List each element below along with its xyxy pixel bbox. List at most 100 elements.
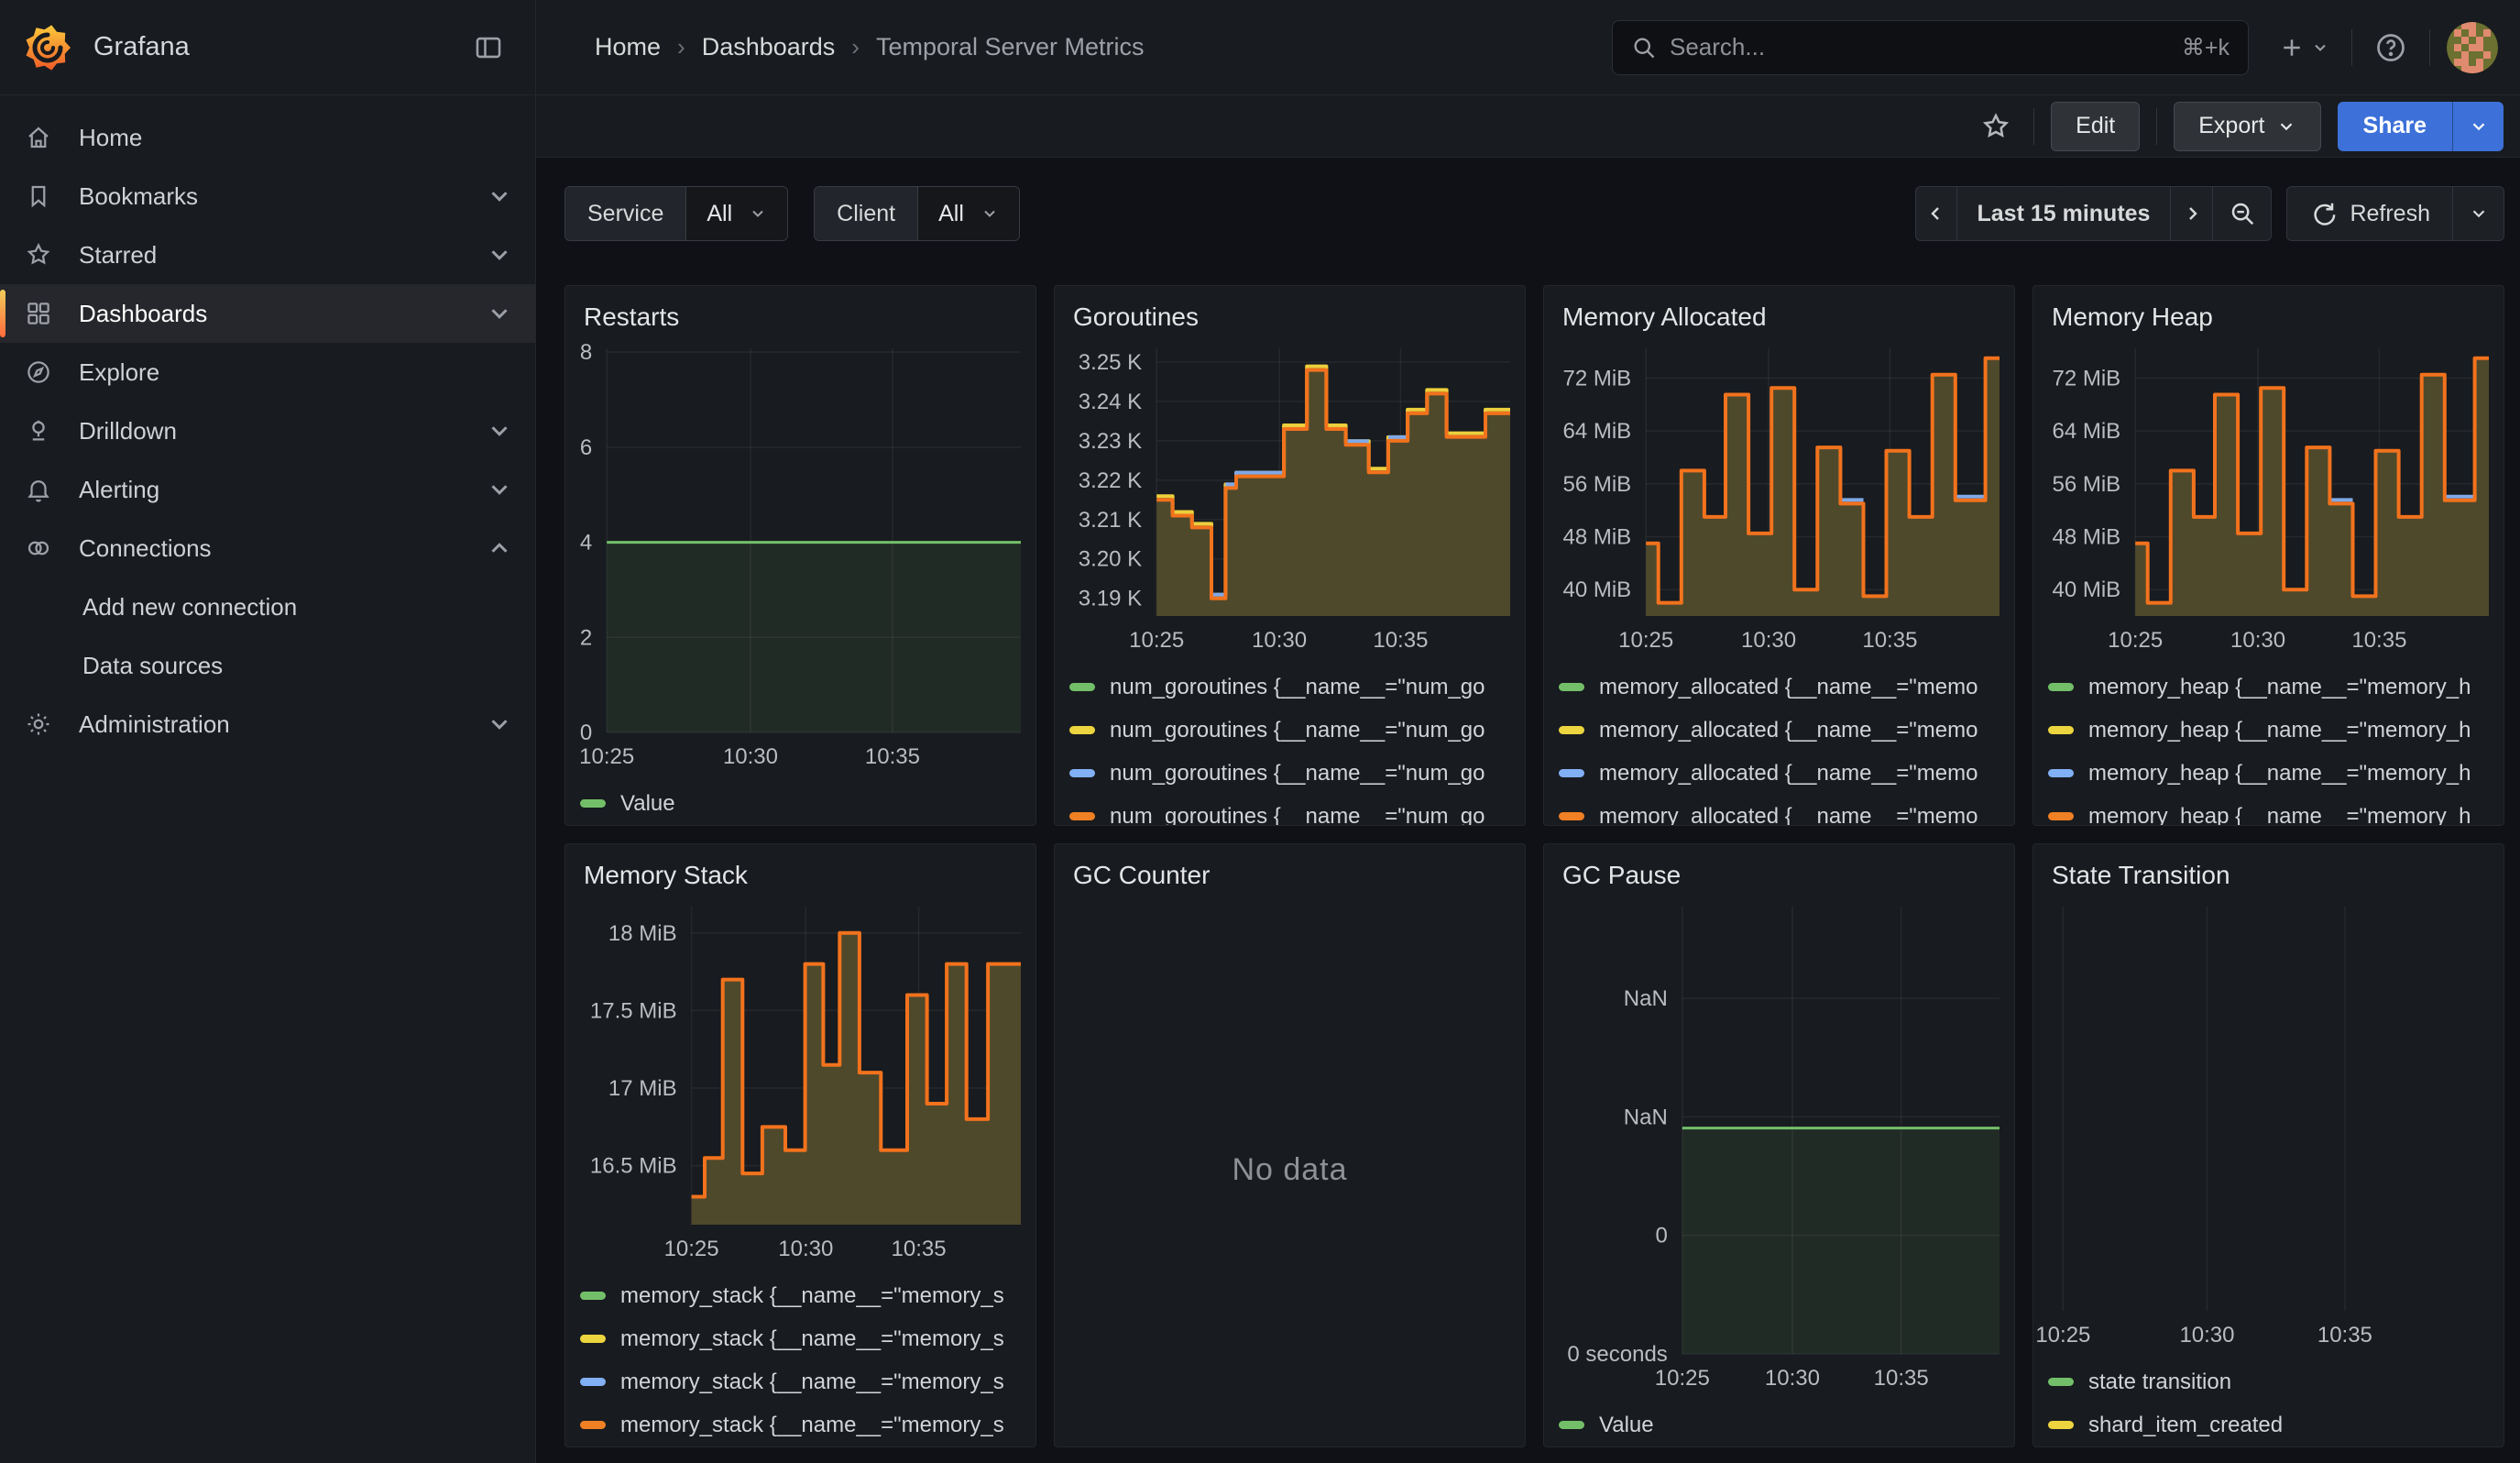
breadcrumb-dashboards[interactable]: Dashboards: [702, 33, 836, 61]
svg-text:10:30: 10:30: [1765, 1366, 1820, 1391]
svg-text:10:30: 10:30: [2179, 1323, 2234, 1348]
legend-item[interactable]: memory_heap {__name__="memory_h: [2048, 752, 2494, 795]
legend-series-label: memory_stack {__name__="memory_s: [620, 1370, 1004, 1395]
time-range-picker[interactable]: Last 15 minutes: [1957, 186, 2172, 241]
chart-area[interactable]: 3.25 K3.24 K3.23 K3.22 K3.21 K3.20 K3.19…: [1055, 336, 1525, 658]
panel-title[interactable]: Memory Heap: [2033, 286, 2504, 336]
legend-item[interactable]: memory_heap {__name__="memory_h: [2048, 795, 2494, 826]
filter-service[interactable]: Service All: [564, 186, 788, 241]
search-input[interactable]: [1670, 33, 2169, 61]
sidebar-item-add-new-connection[interactable]: Add new connection: [0, 578, 535, 636]
svg-text:16.5 MiB: 16.5 MiB: [590, 1154, 677, 1179]
legend-item[interactable]: memory_allocated {__name__="memo: [1559, 752, 2005, 795]
sidebar-item-starred[interactable]: Starred: [0, 226, 535, 284]
panel-title[interactable]: Memory Allocated: [1544, 286, 2014, 336]
legend-item[interactable]: memory_allocated {__name__="memo: [1559, 709, 2005, 752]
legend-item[interactable]: num_goroutines {__name__="num_go: [1069, 795, 1516, 826]
chevron-down-icon[interactable]: [486, 417, 513, 445]
panel-title[interactable]: GC Pause: [1544, 844, 2014, 894]
chevron-down-icon: [2469, 116, 2489, 137]
chart-area[interactable]: 10:2510:3010:35: [2033, 894, 2504, 1353]
chevron-down-icon[interactable]: [486, 241, 513, 269]
legend-item[interactable]: shard_item_created: [2048, 1403, 2494, 1446]
chevron-down-icon[interactable]: [486, 710, 513, 738]
time-range-group: Last 15 minutes: [1915, 186, 2273, 241]
legend-series-color: [1559, 683, 1584, 691]
legend-item[interactable]: memory_allocated {__name__="memo: [1559, 666, 2005, 709]
sidebar-item-data-sources[interactable]: Data sources: [0, 636, 535, 695]
sidebar-item-label: Home: [79, 124, 142, 152]
panel-title[interactable]: Memory Stack: [565, 844, 1035, 894]
panel-left-icon[interactable]: [466, 25, 511, 71]
legend-series-color: [580, 1335, 606, 1343]
chevron-down-icon[interactable]: [486, 476, 513, 503]
chevron-up-icon[interactable]: [486, 534, 513, 562]
legend-item[interactable]: num_goroutines {__name__="num_go: [1069, 666, 1516, 709]
svg-text:10:25: 10:25: [664, 1237, 719, 1261]
panel-title[interactable]: State Transition: [2033, 844, 2504, 894]
panel-title[interactable]: GC Counter: [1055, 844, 1525, 894]
drilldown-icon: [24, 417, 53, 445]
legend-item[interactable]: memory_heap {__name__="memory_h: [2048, 666, 2494, 709]
sidebar-item-alerting[interactable]: Alerting: [0, 460, 535, 519]
svg-text:10:30: 10:30: [2230, 628, 2285, 653]
time-shift-back-button[interactable]: [1915, 186, 1957, 241]
star-icon[interactable]: [1975, 105, 2017, 148]
refresh-interval-button[interactable]: [2453, 186, 2504, 241]
sidebar-item-label: Connections: [79, 534, 212, 563]
zoom-out-icon[interactable]: [2213, 186, 2272, 241]
chart-area[interactable]: 72 MiB64 MiB56 MiB48 MiB40 MiB10:2510:30…: [2033, 336, 2504, 658]
chevron-down-icon[interactable]: [486, 182, 513, 210]
svg-text:10:35: 10:35: [1874, 1366, 1929, 1391]
chart-area[interactable]: 72 MiB64 MiB56 MiB48 MiB40 MiB10:2510:30…: [1544, 336, 2014, 658]
share-options-button[interactable]: [2452, 102, 2504, 151]
sidebar-item-dashboards[interactable]: Dashboards: [0, 284, 535, 343]
legend-item[interactable]: memory_allocated {__name__="memo: [1559, 795, 2005, 826]
legend-item[interactable]: memory_stack {__name__="memory_s: [580, 1403, 1026, 1446]
chart-area[interactable]: 0 seconds0NaNNaN10:2510:3010:35: [1544, 894, 2014, 1396]
search-shortcut: ⌘+k: [2182, 34, 2230, 61]
legend-item[interactable]: num_goroutines {__name__="num_go: [1069, 752, 1516, 795]
legend-item[interactable]: state transition: [2048, 1360, 2494, 1403]
legend-series-label: memory_allocated {__name__="memo: [1599, 718, 1978, 743]
legend-series-label: num_goroutines {__name__="num_go: [1110, 761, 1485, 786]
user-avatar[interactable]: [2447, 22, 2498, 73]
svg-text:40 MiB: 40 MiB: [2052, 578, 2120, 602]
sidebar-item-label: Drilldown: [79, 417, 177, 446]
breadcrumb-home[interactable]: Home: [595, 33, 661, 61]
svg-text:56 MiB: 56 MiB: [2052, 472, 2120, 497]
svg-text:10:35: 10:35: [1373, 628, 1428, 653]
svg-text:17 MiB: 17 MiB: [608, 1076, 677, 1101]
legend-item[interactable]: memory_stack {__name__="memory_s: [580, 1317, 1026, 1360]
edit-button[interactable]: Edit: [2051, 102, 2140, 151]
sidebar: Home Bookmarks Starred Dashboards Explor…: [0, 95, 536, 1463]
help-icon[interactable]: [2369, 26, 2413, 70]
time-shift-forward-button[interactable]: [2171, 186, 2213, 241]
chart-area[interactable]: 0246810:2510:3010:35: [565, 336, 1035, 775]
filter-client[interactable]: Client All: [814, 186, 1020, 241]
sidebar-item-administration[interactable]: Administration: [0, 695, 535, 754]
legend-item[interactable]: memory_heap {__name__="memory_h: [2048, 709, 2494, 752]
add-button[interactable]: [2273, 28, 2335, 67]
svg-text:64 MiB: 64 MiB: [2052, 419, 2120, 444]
chevron-down-icon[interactable]: [486, 300, 513, 327]
chart-area[interactable]: 18 MiB17.5 MiB17 MiB16.5 MiB10:2510:3010…: [565, 894, 1035, 1267]
legend-item[interactable]: num_goroutines {__name__="num_go: [1069, 709, 1516, 752]
search-input-wrap[interactable]: ⌘+k: [1612, 20, 2249, 75]
legend-series-label: state transition: [2088, 1370, 2231, 1395]
legend-item[interactable]: Value: [1559, 1403, 2005, 1446]
panel-title[interactable]: Goroutines: [1055, 286, 1525, 336]
legend-item[interactable]: Value: [580, 782, 1026, 825]
panel-title[interactable]: Restarts: [565, 286, 1035, 336]
sidebar-item-drilldown[interactable]: Drilldown: [0, 402, 535, 460]
share-button[interactable]: Share: [2338, 102, 2452, 151]
legend-item[interactable]: memory_stack {__name__="memory_s: [580, 1274, 1026, 1317]
sidebar-item-home[interactable]: Home: [0, 108, 535, 167]
sidebar-item-explore[interactable]: Explore: [0, 343, 535, 402]
legend-item[interactable]: memory_stack {__name__="memory_s: [580, 1360, 1026, 1403]
refresh-button[interactable]: Refresh: [2286, 186, 2453, 241]
export-button[interactable]: Export: [2174, 102, 2320, 151]
sidebar-item-bookmarks[interactable]: Bookmarks: [0, 167, 535, 226]
svg-text:72 MiB: 72 MiB: [1562, 366, 1631, 390]
sidebar-item-connections[interactable]: Connections: [0, 519, 535, 578]
